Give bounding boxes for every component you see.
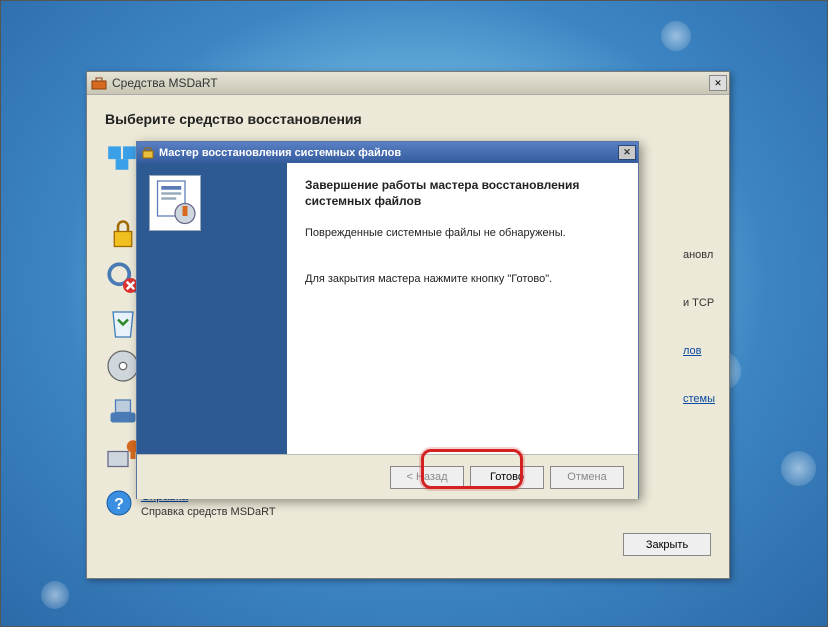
registry-editor-icon: [105, 140, 139, 174]
wizard-status-text: Поврежденные системные файлы не обнаруже…: [305, 227, 620, 239]
wizard-titlebar[interactable]: Мастер восстановления системных файлов ✕: [137, 142, 638, 163]
msdart-close-main-button[interactable]: Закрыть: [623, 533, 711, 556]
wizard-close-button[interactable]: ✕: [618, 145, 636, 160]
wizard-icon: [141, 146, 155, 160]
svg-text:?: ?: [114, 496, 124, 513]
wizard-title: Мастер восстановления системных файлов: [159, 147, 618, 159]
wizard-button-bar: < Назад Готово Отмена: [137, 455, 638, 499]
wizard-heading: Завершение работы мастера восстановления…: [305, 177, 620, 209]
msdart-close-button[interactable]: ✕: [709, 75, 727, 91]
msdart-titlebar[interactable]: Средства MSDaRT ✕: [87, 72, 729, 95]
msdart-title: Средства MSDaRT: [112, 76, 709, 90]
wizard-instruction-text: Для закрытия мастера нажмите кнопку "Гот…: [305, 273, 620, 285]
wizard-finish-button[interactable]: Готово: [470, 466, 544, 489]
wizard-sidebar-icon: [149, 175, 201, 231]
toolbox-icon: [91, 75, 107, 91]
desktop-flare: [661, 21, 691, 51]
help-desc: Справка средств MSDaRT: [141, 506, 276, 518]
desktop-flare: [41, 581, 69, 609]
help-icon: ?: [105, 489, 133, 517]
partial-text-stubs: ановл и TCP лов стемы: [683, 232, 715, 424]
wizard-back-button: < Назад: [390, 466, 464, 489]
msdart-heading: Выберите средство восстановления: [105, 111, 711, 127]
wizard-cancel-button: Отмена: [550, 466, 624, 489]
wizard-sidebar: [137, 163, 287, 454]
desktop-flare: [781, 451, 816, 486]
sfc-wizard-dialog: Мастер восстановления системных файлов ✕…: [136, 141, 639, 499]
